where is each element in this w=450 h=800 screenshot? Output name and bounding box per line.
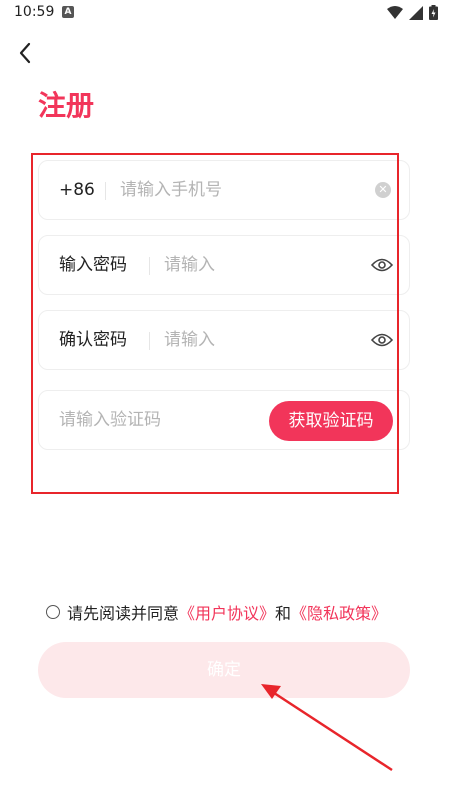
notification-a-icon: A xyxy=(62,6,74,18)
divider xyxy=(105,182,106,200)
user-agreement-link[interactable]: 《用户协议》 xyxy=(179,600,275,624)
chevron-left-icon xyxy=(19,42,31,64)
wifi-icon xyxy=(387,5,403,19)
agreement-radio[interactable] xyxy=(46,605,60,619)
divider xyxy=(149,257,150,275)
divider xyxy=(149,332,150,350)
eye-icon[interactable] xyxy=(371,333,393,347)
confirm-button[interactable]: 确定 xyxy=(38,642,410,698)
confirm-password-field[interactable]: 确认密码 请输入 xyxy=(38,310,410,370)
battery-charging-icon xyxy=(429,5,438,20)
privacy-policy-link[interactable]: 《隐私政策》 xyxy=(291,600,387,624)
password-field[interactable]: 输入密码 请输入 xyxy=(38,235,410,295)
status-time: 10:59 xyxy=(14,4,55,20)
agreement-text: 请先阅读并同意 xyxy=(67,604,180,623)
password-input[interactable]: 请输入 xyxy=(164,236,215,294)
status-bar: 10:59 A xyxy=(0,0,450,26)
country-code[interactable]: +86 xyxy=(59,161,95,219)
back-button[interactable] xyxy=(14,40,40,66)
agreement-conjunction: 和 xyxy=(275,604,292,623)
phone-field[interactable]: +86 请输入手机号 ✕ xyxy=(38,160,410,220)
phone-input[interactable]: 请输入手机号 xyxy=(120,161,222,219)
page-title: 注册 xyxy=(38,89,95,122)
status-icons xyxy=(387,5,438,20)
confirm-password-label: 确认密码 xyxy=(59,330,127,350)
agreement-row: 请先阅读并同意 《用户协议》 和 《隐私政策》 xyxy=(46,600,387,624)
confirm-password-input[interactable]: 请输入 xyxy=(164,311,215,369)
signal-icon xyxy=(409,5,423,20)
get-code-button[interactable]: 获取验证码 xyxy=(269,401,393,441)
verification-code-input[interactable]: 请输入验证码 xyxy=(59,391,161,449)
clear-icon[interactable]: ✕ xyxy=(375,182,391,198)
verification-field[interactable]: 请输入验证码 获取验证码 xyxy=(38,390,410,450)
eye-icon[interactable] xyxy=(371,258,393,272)
password-label: 输入密码 xyxy=(59,255,127,275)
